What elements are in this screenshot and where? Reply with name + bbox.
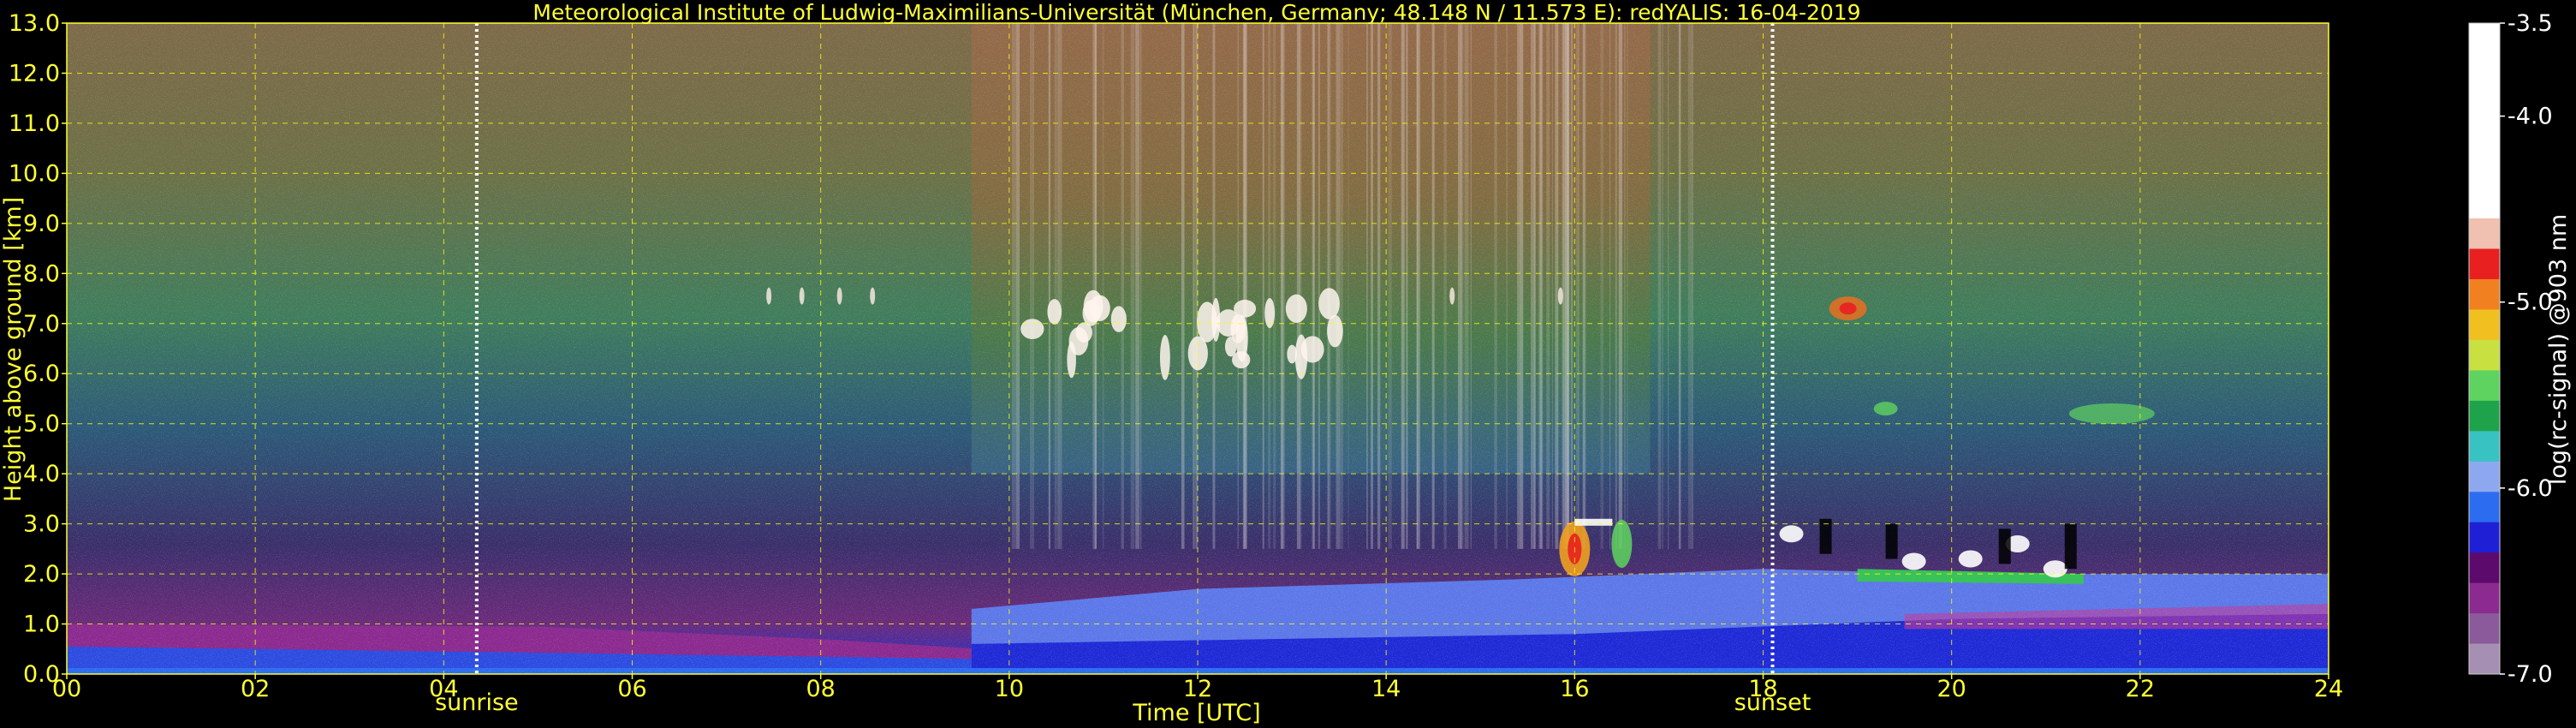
x-tick-label: 16 bbox=[1560, 676, 1589, 702]
colorbar-tick-label: -7.0 bbox=[2508, 661, 2553, 688]
colorbar-tick-label: -4.0 bbox=[2508, 104, 2553, 130]
colorbar-step bbox=[2469, 309, 2500, 340]
y-tick-label: 1.0 bbox=[23, 612, 60, 638]
colorbar-step bbox=[2469, 218, 2500, 249]
colorbar-step bbox=[2469, 278, 2500, 310]
x-tick-label: 20 bbox=[1936, 676, 1966, 702]
x-tick-label: 04 bbox=[429, 676, 458, 702]
y-tick-label: 13.0 bbox=[9, 10, 60, 37]
x-axis-label: Time [UTC] bbox=[1132, 700, 1260, 726]
mid-cloud-low bbox=[1873, 402, 1898, 416]
y-axis-label: Height above ground [km] bbox=[0, 197, 27, 502]
colorbar-steps bbox=[2469, 23, 2500, 674]
cirrus-element bbox=[1327, 314, 1343, 348]
chart-canvas: sunrise sunset 00 02 04 06 08 10 12 14 16 18 20 22 24… bbox=[0, 0, 2572, 726]
y-tick-label: 11.0 bbox=[9, 110, 60, 137]
mid-cloud-late bbox=[2068, 403, 2155, 424]
y-tick-label: 4.0 bbox=[23, 461, 60, 487]
signal-gap bbox=[1998, 528, 2011, 564]
colorbar-step bbox=[2469, 522, 2500, 553]
y-tick-label: 6.0 bbox=[23, 361, 60, 387]
evening-cloud-top bbox=[1958, 550, 1983, 568]
cirrus-fallstreak bbox=[799, 287, 805, 305]
y-tick-label: 7.0 bbox=[23, 311, 60, 337]
x-tick-label: 10 bbox=[995, 676, 1024, 702]
colorbar-tick-label: -3.5 bbox=[2508, 10, 2553, 37]
colorbar-step bbox=[2469, 461, 2500, 492]
x-tick-label: 02 bbox=[241, 676, 270, 702]
signal-gap bbox=[2064, 523, 2077, 570]
colorbar-step bbox=[2469, 492, 2500, 522]
colorbar-step bbox=[2469, 339, 2500, 371]
low-cloud-edge bbox=[1611, 520, 1633, 568]
cirrus-element bbox=[1083, 289, 1104, 323]
y-tick-label: 0.0 bbox=[23, 661, 60, 688]
mid-cloud-core bbox=[1839, 302, 1857, 315]
cirrus-fallstreak bbox=[1557, 287, 1563, 305]
cirrus-element bbox=[1047, 299, 1062, 325]
x-tick-label: 18 bbox=[1748, 676, 1777, 702]
colorbar-label: log(rc-signal) @903 nm bbox=[2545, 214, 2572, 485]
colorbar-step bbox=[2469, 552, 2500, 583]
colorbar-step bbox=[2469, 248, 2500, 279]
cirrus-fallstreak bbox=[1449, 287, 1455, 305]
colorbar-step bbox=[2469, 613, 2500, 644]
y-tick-label: 12.0 bbox=[9, 60, 60, 87]
cirrus-fallstreak bbox=[870, 287, 876, 305]
low-cloud-top bbox=[1574, 518, 1613, 526]
colorbar-step bbox=[2469, 370, 2500, 401]
colorbar-step-top bbox=[2469, 23, 2500, 218]
cirrus-element bbox=[1285, 294, 1307, 324]
evening-cloud-top bbox=[1901, 552, 1926, 570]
colorbar-step bbox=[2469, 400, 2500, 432]
cirrus-fallstreak bbox=[766, 287, 772, 305]
y-tick-label: 8.0 bbox=[23, 260, 60, 287]
cirrus-element bbox=[1300, 336, 1324, 363]
colorbar-step bbox=[2469, 431, 2500, 462]
evening-cloud-top bbox=[2043, 560, 2067, 578]
colorbar: -7.0-6.0-5.0-4.0-3.5 bbox=[2468, 10, 2553, 688]
lidar-quicklook-figure: sunrise sunset 00 02 04 06 08 10 12 14 16 18 20 22 24… bbox=[0, 0, 2576, 728]
colorbar-step bbox=[2469, 582, 2500, 614]
x-tick-label: 14 bbox=[1371, 676, 1401, 702]
cirrus-element bbox=[1232, 351, 1251, 369]
cirrus-element bbox=[1234, 299, 1257, 318]
signal-gap bbox=[1885, 523, 1898, 559]
y-tick-label: 10.0 bbox=[9, 160, 60, 187]
y-tick-label: 9.0 bbox=[23, 211, 60, 237]
colorbar-step bbox=[2469, 643, 2500, 674]
y-tick-label: 3.0 bbox=[23, 511, 60, 538]
evening-cloud-top bbox=[1779, 525, 1804, 543]
chart-title: Meteorological Institute of Ludwig-Maxim… bbox=[532, 0, 1860, 25]
x-tick-label: 12 bbox=[1183, 676, 1212, 702]
cirrus-element bbox=[1110, 306, 1127, 332]
y-tick-label: 5.0 bbox=[23, 411, 60, 438]
cirrus-fallstreak bbox=[836, 287, 842, 305]
x-tick-label: 08 bbox=[806, 676, 835, 702]
cirrus-element bbox=[1068, 326, 1089, 355]
cirrus-element bbox=[1020, 319, 1044, 339]
x-tick-label: 06 bbox=[617, 676, 646, 702]
x-tick-label: 22 bbox=[2126, 676, 2155, 702]
cirrus-element bbox=[1318, 288, 1340, 319]
x-tick-label: 24 bbox=[2314, 676, 2343, 702]
y-tick-label: 2.0 bbox=[23, 561, 60, 588]
